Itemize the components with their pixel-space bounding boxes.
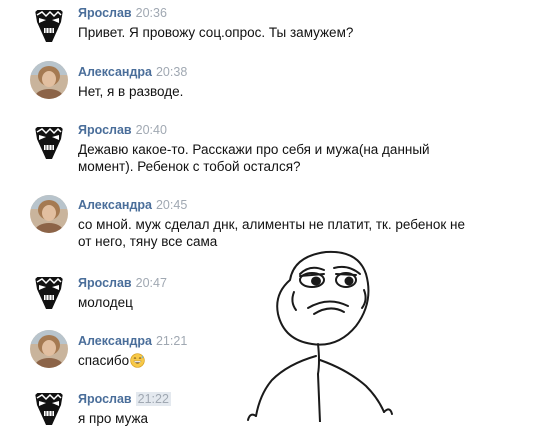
message-line: молодец (78, 295, 133, 310)
message-header: Ярослав 21:22 (78, 392, 171, 407)
message-line: Привет. Я провожу соц.опрос. Ты замужем? (78, 25, 354, 40)
message-time[interactable]: 20:47 (136, 276, 167, 290)
message: Ярослав 20:40 Дежавю какое-то. Расскажи п… (0, 123, 559, 179)
message-header: Ярослав 20:40 (78, 123, 167, 138)
user-photo-avatar[interactable] (30, 195, 68, 233)
message-line: Дежавю какое-то. Расскажи про себя и муж… (78, 142, 430, 157)
message-header: Ярослав 20:47 (78, 276, 167, 291)
author-name[interactable]: Александра (78, 334, 152, 348)
message-header: Александра 20:38 (78, 65, 187, 80)
message-line: спасибо (78, 353, 130, 368)
author-name[interactable]: Александра (78, 198, 152, 212)
message-line: я про мужа (78, 411, 149, 426)
message-time[interactable]: 21:22 (135, 392, 171, 406)
message: Ярослав 20:36 Привет. Я провожу соц.опрос… (0, 6, 559, 46)
message-header: Александра 21:21 (78, 334, 187, 349)
rage-face-avatar[interactable] (30, 6, 68, 44)
message-time[interactable]: 20:36 (136, 6, 167, 20)
user-photo-avatar[interactable] (30, 61, 68, 99)
message-text: Дежавю какое-то. Расскажи про себя и муж… (78, 141, 478, 175)
author-name[interactable]: Ярослав (78, 392, 132, 406)
message-header: Александра 20:45 (78, 198, 187, 213)
rage-face-avatar[interactable] (30, 123, 68, 161)
message: Александра 20:38 Нет, я в разводе. (0, 61, 559, 105)
rage-face-avatar[interactable] (30, 273, 68, 311)
suspicious-meme-face (247, 250, 393, 422)
grinning-sweat-emoji (130, 353, 145, 368)
message-line: Нет, я в разводе. (78, 84, 184, 99)
chat-history: Ярослав 20:36 Привет. Я провожу соц.опрос… (0, 0, 559, 427)
message-header: Ярослав 20:36 (78, 6, 167, 21)
message-time[interactable]: 20:45 (156, 198, 187, 212)
message-text: Нет, я в разводе. (78, 83, 478, 100)
author-name[interactable]: Ярослав (78, 123, 132, 137)
author-name[interactable]: Ярослав (78, 6, 132, 20)
message-line: момент). Ребенок с тобой остался? (78, 159, 301, 174)
rage-face-avatar[interactable] (30, 389, 68, 427)
author-name[interactable]: Александра (78, 65, 152, 79)
author-name[interactable]: Ярослав (78, 276, 132, 290)
message-time[interactable]: 21:21 (156, 334, 187, 348)
message-line: со мной. муж сделал днк, алименты не пла… (78, 217, 465, 232)
message-time[interactable]: 20:38 (156, 65, 187, 79)
message-text: Привет. Я провожу соц.опрос. Ты замужем? (78, 24, 478, 41)
user-photo-avatar[interactable] (30, 330, 68, 368)
message-time[interactable]: 20:40 (136, 123, 167, 137)
